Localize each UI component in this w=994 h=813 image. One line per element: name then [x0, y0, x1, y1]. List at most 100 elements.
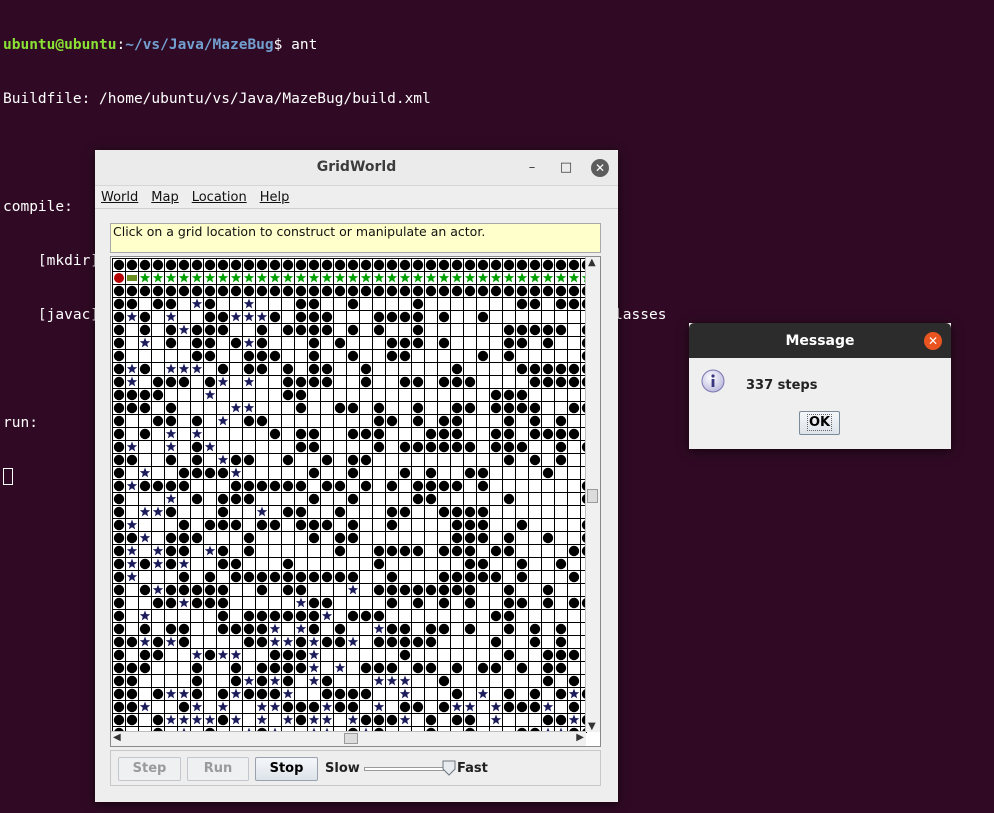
rock-icon — [529, 285, 541, 297]
ok-button[interactable]: OK — [799, 411, 840, 435]
rock-icon — [568, 376, 580, 388]
rock-icon — [412, 415, 424, 427]
rock-icon — [178, 285, 190, 297]
rock-icon — [243, 350, 255, 362]
rock-icon — [204, 298, 216, 310]
rock-icon — [139, 389, 151, 401]
rock-icon — [152, 376, 164, 388]
rock-icon — [516, 597, 528, 609]
minimize-icon[interactable]: – — [523, 159, 541, 177]
rock-icon — [308, 350, 320, 362]
speed-slider[interactable] — [364, 767, 450, 771]
rock-icon — [152, 415, 164, 427]
scroll-up-icon[interactable]: ▲ — [588, 257, 596, 268]
rock-icon — [217, 714, 229, 726]
horizontal-scroll-thumb[interactable] — [344, 733, 358, 744]
gridworld-titlebar[interactable]: GridWorld – □ ✕ — [95, 150, 618, 186]
rock-icon — [178, 701, 190, 713]
scroll-down-icon[interactable]: ▼ — [588, 721, 596, 732]
rock-icon — [204, 519, 216, 531]
rock-icon — [308, 701, 320, 713]
menu-location[interactable]: Location — [192, 190, 247, 205]
rock-icon — [204, 571, 216, 583]
rock-icon — [165, 597, 177, 609]
rock-icon — [217, 597, 229, 609]
rock-icon — [126, 389, 138, 401]
rock-icon — [308, 298, 320, 310]
rock-icon — [464, 714, 476, 726]
rock-icon — [191, 467, 203, 479]
rock-icon — [425, 285, 437, 297]
menu-help[interactable]: Help — [260, 190, 290, 205]
scroll-left-icon[interactable]: ◀ — [113, 732, 121, 743]
menu-world[interactable]: World — [101, 190, 138, 205]
rock-icon — [438, 376, 450, 388]
maximize-icon[interactable]: □ — [557, 159, 575, 177]
rock-icon — [360, 688, 372, 700]
rock-icon — [334, 480, 346, 492]
rock-icon — [334, 259, 346, 271]
rock-icon — [347, 571, 359, 583]
rock-icon — [178, 532, 190, 544]
rock-icon — [113, 571, 125, 583]
rock-icon — [230, 675, 242, 687]
run-button[interactable]: Run — [187, 757, 249, 781]
rock-icon — [295, 311, 307, 323]
rock-icon — [256, 688, 268, 700]
rock-icon — [438, 428, 450, 440]
close-icon[interactable]: ✕ — [924, 332, 942, 350]
close-icon[interactable]: ✕ — [591, 159, 609, 177]
rock-icon — [399, 311, 411, 323]
rock-icon — [360, 285, 372, 297]
rock-icon — [243, 415, 255, 427]
rock-icon — [373, 636, 385, 648]
horizontal-scrollbar[interactable]: ◀ ▶ — [111, 731, 586, 746]
rock-icon — [503, 454, 515, 466]
rock-icon — [438, 337, 450, 349]
rock-icon — [113, 701, 125, 713]
rock-icon — [438, 571, 450, 583]
rock-icon — [451, 506, 463, 518]
rock-icon — [464, 467, 476, 479]
rock-icon — [399, 441, 411, 453]
vertical-scrollbar[interactable]: ▲ ▼ — [585, 257, 600, 732]
rock-icon — [321, 285, 333, 297]
rock-icon — [191, 337, 203, 349]
rock-icon — [529, 324, 541, 336]
control-panel: Step Run Stop Slow Fast — [110, 750, 601, 786]
menu-map[interactable]: Map — [151, 190, 178, 205]
speed-slider-knob[interactable] — [442, 760, 456, 776]
rock-icon — [178, 480, 190, 492]
rock-icon — [529, 623, 541, 635]
rock-icon — [191, 415, 203, 427]
rock-icon — [386, 519, 398, 531]
rock-icon — [308, 337, 320, 349]
rock-icon — [529, 376, 541, 388]
rock-icon — [191, 493, 203, 505]
scroll-right-icon[interactable]: ▶ — [576, 732, 584, 743]
rock-icon — [555, 428, 567, 440]
rock-icon — [568, 402, 580, 414]
vertical-scroll-thumb[interactable] — [587, 489, 598, 503]
step-button[interactable]: Step — [118, 757, 181, 781]
rock-icon — [529, 259, 541, 271]
stop-button[interactable]: Stop — [255, 757, 318, 781]
rock-icon — [542, 662, 554, 674]
rock-icon — [386, 311, 398, 323]
rock-icon — [555, 649, 567, 661]
dialog-titlebar[interactable]: Message ✕ — [689, 323, 951, 358]
fast-label: Fast — [457, 761, 488, 776]
rock-icon — [204, 584, 216, 596]
rock-icon — [321, 363, 333, 375]
rock-icon — [295, 571, 307, 583]
rock-icon — [516, 298, 528, 310]
rock-icon — [308, 376, 320, 388]
rock-icon — [308, 571, 320, 583]
rock-icon — [269, 285, 281, 297]
rock-icon — [126, 454, 138, 466]
rock-icon — [555, 454, 567, 466]
rock-icon — [464, 545, 476, 557]
maze-grid[interactable] — [112, 258, 587, 733]
rock-icon — [503, 389, 515, 401]
rock-icon — [503, 701, 515, 713]
